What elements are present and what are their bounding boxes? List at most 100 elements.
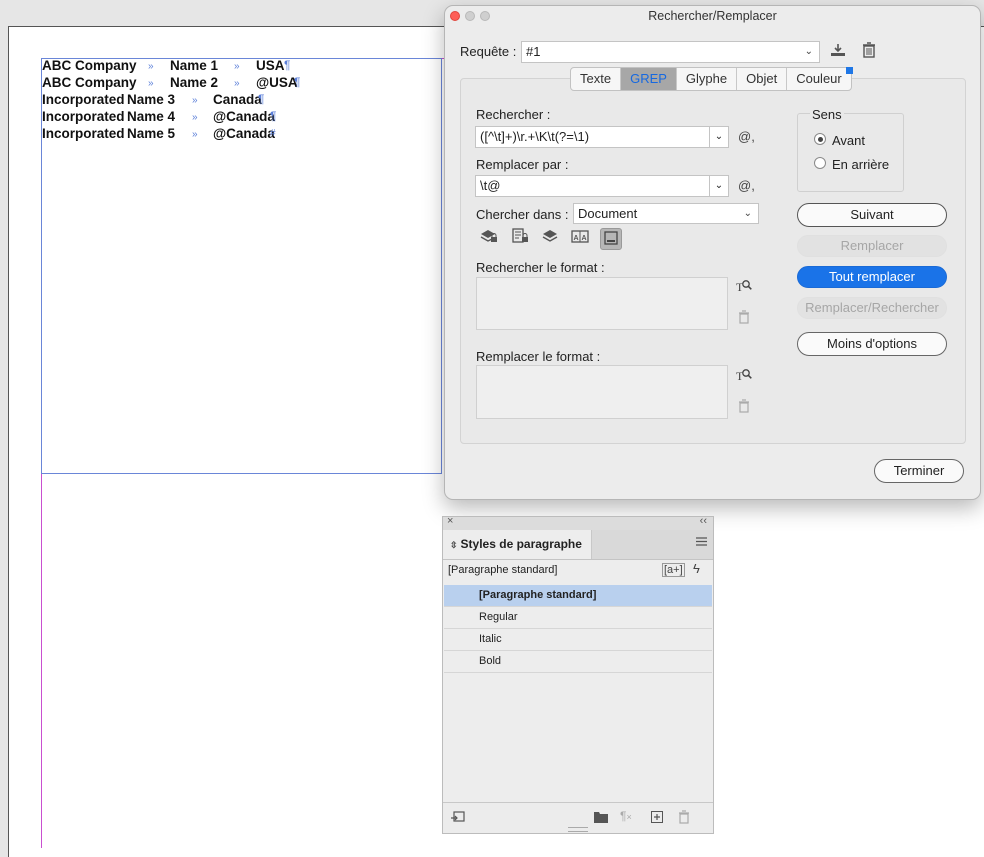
find-history-dropdown[interactable]: ⌄ <box>709 126 729 148</box>
tab-marker: » <box>192 129 198 140</box>
tab-marker: » <box>148 61 154 72</box>
panel-menu-icon[interactable] <box>696 537 707 546</box>
specify-find-format-icon[interactable]: T <box>735 278 753 296</box>
tab-grep[interactable]: GREP <box>621 68 677 90</box>
svg-text:A: A <box>574 235 579 242</box>
minimize-window-button[interactable] <box>465 11 475 21</box>
new-group-folder-icon[interactable] <box>594 811 608 826</box>
paragraph-mark: ¶ <box>294 75 301 89</box>
find-label: Rechercher : <box>476 107 551 122</box>
master-pages-icon[interactable]: AA <box>569 228 591 250</box>
list-item[interactable]: Italic <box>444 629 712 651</box>
tab-marker: » <box>234 78 240 89</box>
footnotes-icon[interactable] <box>600 228 622 250</box>
query-label: Requête : <box>460 44 517 59</box>
list-item[interactable]: Regular <box>444 607 712 629</box>
done-button[interactable]: Terminer <box>874 459 964 483</box>
document-line[interactable]: Incorporated Name 4 » @Canada ¶ <box>42 109 442 126</box>
clear-find-format-icon[interactable] <box>735 310 753 328</box>
backward-radio[interactable] <box>814 157 826 169</box>
query-select[interactable]: #1 ⌄ <box>521 41 820 63</box>
tab-marker: » <box>192 95 198 106</box>
country-text: @Canada <box>213 126 275 141</box>
country-text: @Canada <box>213 109 275 124</box>
search-in-value: Document <box>578 206 638 221</box>
close-window-button[interactable] <box>450 11 460 21</box>
paragraph-mark: ¶ <box>258 92 265 106</box>
tab-color[interactable]: Couleur <box>787 68 851 90</box>
tab-object[interactable]: Objet <box>737 68 788 90</box>
clear-overrides-icon[interactable]: ¶× <box>620 809 632 823</box>
replace-label: Remplacer par : <box>476 157 569 172</box>
current-style-label: [Paragraphe standard] <box>448 564 558 576</box>
backward-label[interactable]: En arrière <box>832 157 889 172</box>
replace-find-button[interactable]: Remplacer/Rechercher <box>797 297 947 319</box>
search-in-label: Chercher dans : <box>476 207 569 222</box>
list-item[interactable]: Bold <box>444 651 712 673</box>
find-format-label: Rechercher le format : <box>476 260 605 275</box>
find-format-box[interactable] <box>476 277 728 330</box>
tab-marker: » <box>234 61 240 72</box>
new-style-from-selection-icon[interactable]: [a+] <box>662 563 685 577</box>
dialog-title: Rechercher/Remplacer <box>648 9 777 23</box>
replace-value: \t@ <box>480 178 501 193</box>
direction-title: Sens <box>810 107 844 122</box>
panel-header-strip: × ‹‹ <box>443 515 713 531</box>
load-styles-icon[interactable] <box>451 811 465 827</box>
direction-group <box>797 113 904 192</box>
chevron-down-icon: ⌄ <box>743 208 752 219</box>
paragraph-mark: ¶ <box>284 58 291 72</box>
forward-radio[interactable] <box>814 133 826 145</box>
tab-marker: » <box>192 112 198 123</box>
locked-stories-icon[interactable] <box>509 228 531 250</box>
find-special-chars-icon[interactable]: @, <box>738 129 755 144</box>
next-button[interactable]: Suivant <box>797 203 947 227</box>
replace-all-button[interactable]: Tout remplacer <box>797 266 947 288</box>
replace-history-dropdown[interactable]: ⌄ <box>709 175 729 197</box>
zoom-window-button[interactable] <box>480 11 490 21</box>
locked-layers-icon[interactable] <box>478 228 500 250</box>
save-query-icon[interactable] <box>829 42 847 60</box>
replace-format-box[interactable] <box>476 365 728 419</box>
list-item[interactable]: [Paragraphe standard] <box>444 585 712 607</box>
indicator-square <box>846 67 853 74</box>
delete-query-icon[interactable] <box>860 42 878 60</box>
replace-field[interactable]: \t@ ⌄ <box>475 175 729 197</box>
search-in-select[interactable]: Document ⌄ <box>573 203 759 224</box>
find-replace-dialog: Rechercher/Remplacer Requête : #1 ⌄ Text… <box>444 5 981 500</box>
company-text: Incorporated <box>42 126 125 141</box>
company-text: ABC Company <box>42 75 137 90</box>
document-line[interactable]: Incorporated Name 5 » @Canada # <box>42 126 442 143</box>
document-line[interactable]: ABC Company » Name 2 » @USA ¶ <box>42 75 442 92</box>
new-style-icon[interactable] <box>651 811 663 826</box>
clear-replace-format-icon[interactable] <box>735 399 753 417</box>
tab-paragraph-styles[interactable]: ⇳ Styles de paragraphe <box>443 530 592 559</box>
country-text: @USA <box>256 75 298 90</box>
find-field[interactable]: ([^\t]+)\r.+\K\t(?=\1) ⌄ <box>475 126 729 148</box>
quick-apply-icon[interactable]: ϟ <box>693 561 700 576</box>
delete-style-icon[interactable] <box>678 810 690 827</box>
name-text: Name 5 <box>127 126 176 141</box>
tab-text[interactable]: Texte <box>571 68 622 90</box>
country-text: USA <box>256 58 285 73</box>
search-type-tabs: Texte GREP Glyphe Objet Couleur <box>570 67 852 91</box>
forward-label[interactable]: Avant <box>832 133 865 148</box>
replace-format-label: Remplacer le format : <box>476 349 601 364</box>
styles-list: [Paragraphe standard] Regular Italic Bol… <box>444 585 712 673</box>
document-line[interactable]: Incorporated Name 3 » Canada ¶ <box>42 92 442 109</box>
svg-text:A: A <box>582 235 587 242</box>
end-of-story-mark: # <box>270 128 276 139</box>
resize-grip[interactable] <box>568 827 588 832</box>
collapse-panel-icon[interactable]: ‹‹ <box>700 515 707 527</box>
name-text: Name 3 <box>127 92 176 107</box>
name-text: Name 4 <box>127 109 176 124</box>
specify-replace-format-icon[interactable]: T <box>735 367 753 385</box>
name-text: Name 2 <box>170 75 219 90</box>
replace-special-chars-icon[interactable]: @, <box>738 178 755 193</box>
hidden-layers-icon[interactable] <box>539 228 561 250</box>
fewer-options-button[interactable]: Moins d'options <box>797 332 947 356</box>
tab-glyph[interactable]: Glyphe <box>677 68 738 90</box>
close-panel-icon[interactable]: × <box>447 515 453 527</box>
replace-button[interactable]: Remplacer <box>797 235 947 257</box>
document-line[interactable]: ABC Company » Name 1 » USA ¶ <box>42 58 442 75</box>
